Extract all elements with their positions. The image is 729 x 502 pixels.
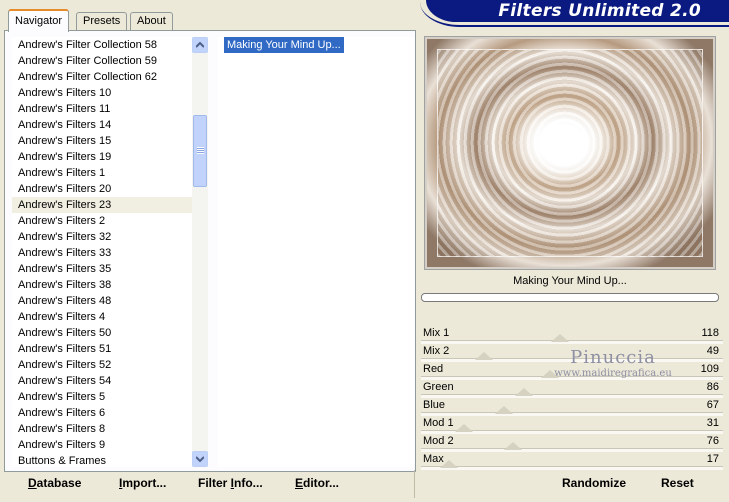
app-title: Filters Unlimited 2.0: [498, 1, 701, 21]
category-item[interactable]: Andrew's Filter Collection 62: [12, 69, 192, 85]
grip-icon: [197, 147, 204, 154]
slider-label: Green: [423, 381, 454, 393]
database-mnemonic: D: [28, 476, 37, 490]
tab-presets[interactable]: Presets: [76, 12, 128, 30]
category-item[interactable]: Andrew's Filters 54: [12, 373, 192, 389]
slider-row: Green 86: [421, 380, 723, 398]
slider-row: Mod 2 76: [421, 434, 723, 452]
category-item[interactable]: Andrew's Filters 35: [12, 261, 192, 277]
category-item[interactable]: Andrew's Filters 32: [12, 229, 192, 245]
slider-row: Mix 2 49: [421, 344, 723, 362]
database-button[interactable]: Database: [28, 476, 81, 490]
slider-thumb[interactable]: [550, 334, 569, 342]
slider-label: Mix 1: [423, 327, 450, 339]
category-item[interactable]: Andrew's Filters 50: [12, 325, 192, 341]
category-item[interactable]: Andrew's Filters 14: [12, 117, 192, 133]
category-item[interactable]: Andrew's Filters 38: [12, 277, 192, 293]
slider-value: 109: [700, 363, 719, 375]
slider-label: Mod 1: [423, 417, 454, 429]
category-item[interactable]: Andrew's Filters 52: [12, 357, 192, 373]
category-item[interactable]: Andrew's Filters 20: [12, 181, 192, 197]
filter-item-making-your-mind-up[interactable]: Making Your Mind Up...: [224, 37, 344, 53]
category-item[interactable]: Andrew's Filters 5: [12, 389, 192, 405]
import-label: mport...: [122, 476, 167, 490]
category-item[interactable]: Andrew's Filters 10: [12, 85, 192, 101]
category-item[interactable]: Andrew's Filters 23: [12, 197, 192, 213]
scroll-thumb[interactable]: [193, 115, 207, 187]
slider-label: Mix 2: [423, 345, 450, 357]
category-item[interactable]: Andrew's Filters 33: [12, 245, 192, 261]
database-label: atabase: [36, 476, 82, 490]
filter-list[interactable]: Making Your Mind Up...: [218, 37, 414, 467]
slider-thumb[interactable]: [474, 352, 493, 360]
scroll-up-button[interactable]: [192, 37, 208, 53]
slider-row: Blue 67: [421, 398, 723, 416]
category-item[interactable]: Andrew's Filters 11: [12, 101, 192, 117]
editor-button[interactable]: Editor...: [295, 476, 339, 490]
slider-row: Mix 1 118: [421, 326, 723, 344]
chevron-down-icon: [196, 456, 204, 462]
filter-info-prefix: Filter: [198, 476, 231, 490]
filter-info-label: nfo...: [234, 476, 263, 490]
tab-navigator[interactable]: Navigator: [8, 9, 70, 32]
slider-value: 31: [706, 417, 719, 429]
chevron-up-icon: [196, 42, 204, 48]
category-list[interactable]: Andrew's Filter Collection 58 Andrew's Fi…: [12, 37, 192, 467]
preview-filter-name: Making Your Mind Up...: [513, 275, 627, 287]
slider-value: 49: [706, 345, 719, 357]
category-item[interactable]: Andrew's Filters 48: [12, 293, 192, 309]
category-item[interactable]: Andrew's Filters 51: [12, 341, 192, 357]
slider-thumb[interactable]: [515, 388, 534, 396]
category-item[interactable]: Buttons & Frames: [12, 453, 192, 467]
category-item[interactable]: Andrew's Filters 1: [12, 165, 192, 181]
category-item[interactable]: Andrew's Filter Collection 59: [12, 53, 192, 69]
preview-frame: [424, 36, 716, 270]
category-item[interactable]: Andrew's Filters 4: [12, 309, 192, 325]
scroll-down-button[interactable]: [192, 451, 208, 467]
category-item[interactable]: Andrew's Filters 8: [12, 421, 192, 437]
slider-thumb[interactable]: [455, 424, 474, 432]
category-item[interactable]: Andrew's Filters 19: [12, 149, 192, 165]
app-banner: Filters Unlimited 2.0: [426, 0, 729, 22]
tab-about[interactable]: About: [130, 12, 173, 30]
slider-thumb[interactable]: [439, 460, 458, 468]
category-scrollbar[interactable]: [192, 37, 208, 467]
slider-row: Mod 1 31: [421, 416, 723, 434]
slider-thumb[interactable]: [504, 442, 523, 450]
slider-row: Max 17: [421, 452, 723, 470]
slider-label: Blue: [423, 399, 446, 411]
preview-image: [427, 39, 713, 267]
slider-value: 86: [706, 381, 719, 393]
slider-value: 118: [701, 327, 719, 339]
progress-bar: [421, 293, 719, 302]
bottom-toolbar: Database Import... Filter Info... Editor…: [0, 470, 729, 498]
slider-value: 67: [706, 399, 719, 411]
slider-thumb[interactable]: [540, 370, 559, 378]
category-item[interactable]: Andrew's Filters 2: [12, 213, 192, 229]
import-button[interactable]: Import...: [119, 476, 166, 490]
toolbar-divider: [414, 470, 415, 498]
editor-label: ditor...: [303, 476, 340, 490]
reset-button[interactable]: Reset: [661, 476, 694, 490]
category-item[interactable]: Andrew's Filters 15: [12, 133, 192, 149]
category-item[interactable]: Andrew's Filters 9: [12, 437, 192, 453]
slider-row: Red 109: [421, 362, 723, 380]
randomize-button[interactable]: Randomize: [562, 476, 626, 490]
category-item[interactable]: Andrew's Filter Collection 58: [12, 37, 192, 53]
slider-value: 76: [706, 435, 719, 447]
slider-label: Mod 2: [423, 435, 454, 447]
filter-info-button[interactable]: Filter Info...: [198, 476, 263, 490]
category-item[interactable]: Andrew's Filters 6: [12, 405, 192, 421]
slider-thumb[interactable]: [494, 406, 513, 414]
editor-mnemonic: E: [295, 476, 304, 490]
slider-label: Red: [423, 363, 444, 375]
parameter-sliders: Mix 1 118 Mix 2 49 Red 109 Green 86 Blue 67 Mod 1 3…: [421, 326, 723, 470]
slider-value: 17: [706, 453, 719, 465]
